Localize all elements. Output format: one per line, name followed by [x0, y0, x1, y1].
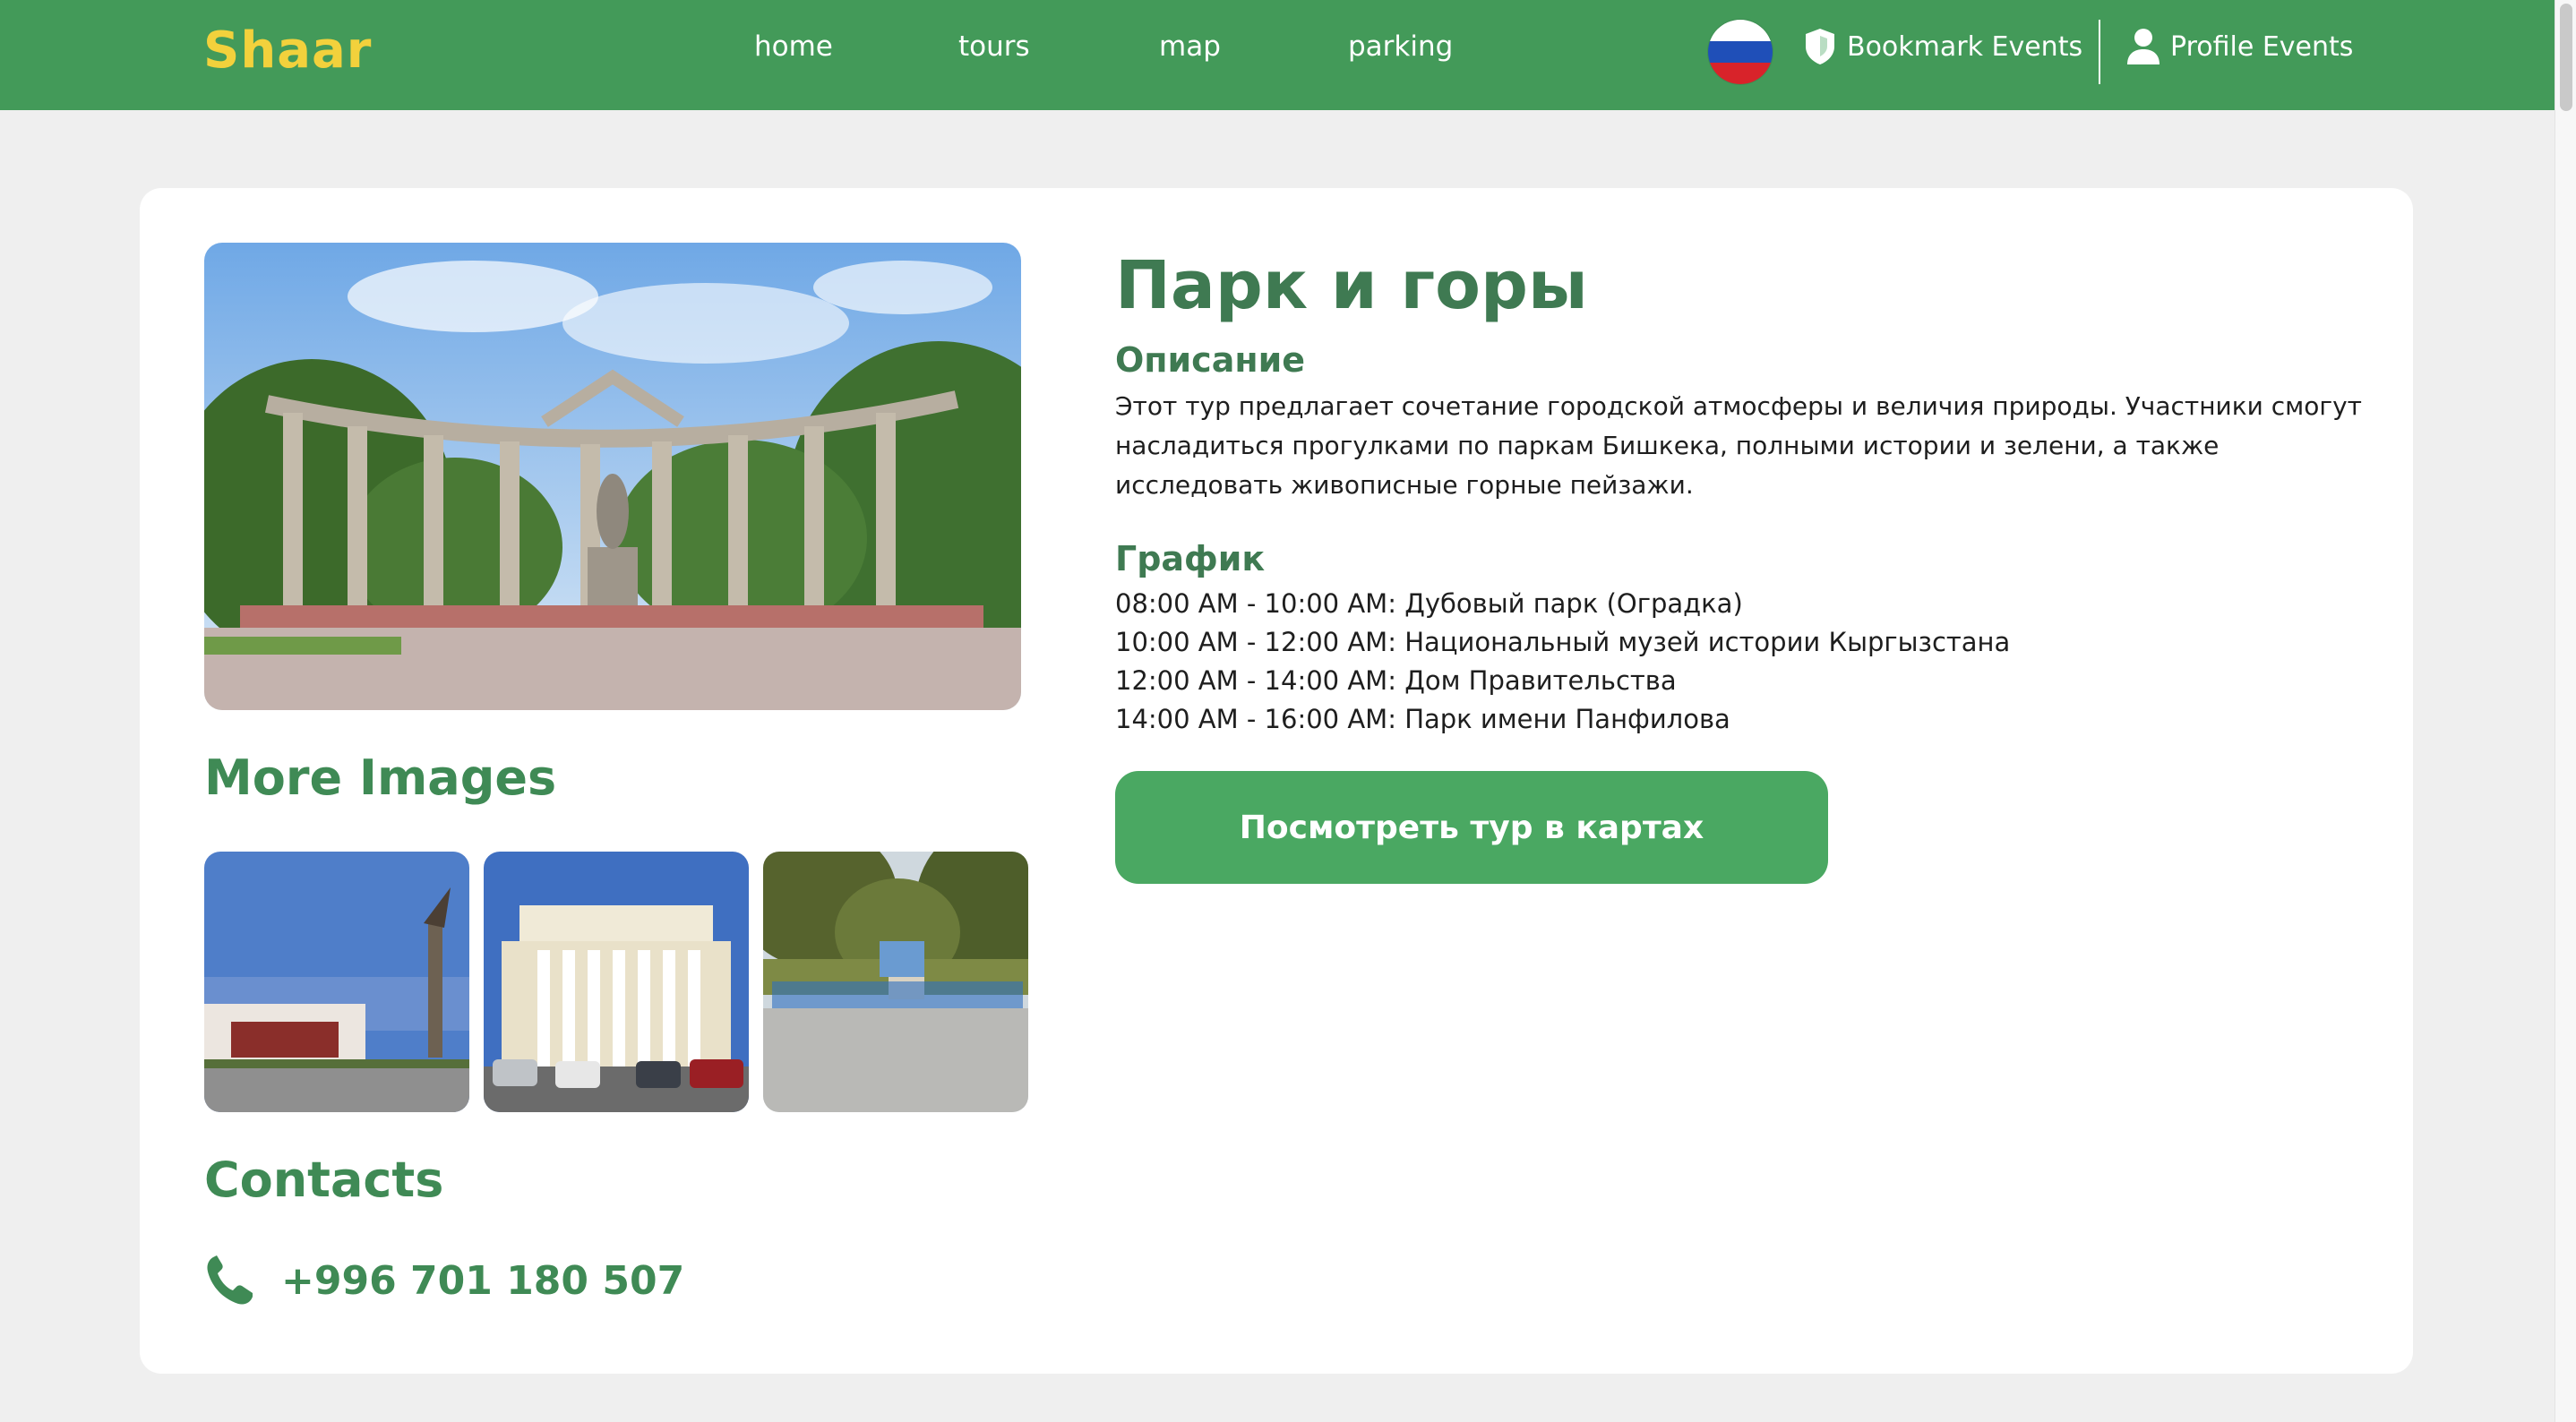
profile-events-link[interactable]: Profile Events [2125, 27, 2353, 66]
schedule-item: 08:00 AM - 10:00 AM: Дубовый парк (Оград… [1115, 588, 1743, 619]
page: Shaar home tours map parking Bookmark Ev… [0, 0, 2555, 1422]
tour-description: Этот тур предлагает сочетание городской … [1115, 391, 2362, 500]
user-profile-icon [2127, 29, 2160, 64]
park-fountain-photo [763, 852, 1028, 1112]
tour-title: Парк и горы [1115, 247, 1588, 324]
schedule-item: 10:00 AM - 12:00 AM: Национальный музей … [1115, 627, 2011, 657]
view-tour-on-map-button[interactable]: Посмотреть тур в картах [1115, 771, 1828, 884]
phone-contact[interactable]: +996 701 180 507 [204, 1254, 684, 1307]
header-divider [2099, 20, 2100, 84]
language-switcher-russia-flag-icon[interactable] [1708, 20, 1773, 84]
nav-link-map[interactable]: map [1159, 30, 1221, 63]
site-logo[interactable]: Shaar [203, 21, 372, 80]
more-images-heading: More Images [204, 750, 557, 806]
square-building-photo [204, 852, 469, 1112]
tour-main-image [204, 243, 1021, 710]
tour-detail-card: More Images Contacts +996 701 180 507 Па… [140, 188, 2413, 1374]
vertical-scrollbar[interactable] [2555, 0, 2576, 1422]
gallery-thumbnail-1[interactable] [204, 852, 469, 1112]
scrollbar-thumb[interactable] [2560, 4, 2572, 111]
nav-link-parking[interactable]: parking [1348, 30, 1453, 63]
government-building-photo [484, 852, 749, 1112]
nav-link-home[interactable]: home [754, 30, 833, 63]
schedule-list: 08:00 AM - 10:00 AM: Дубовый парк (Оград… [1115, 585, 2010, 739]
bookmark-events-link[interactable]: Bookmark Events [1802, 27, 2082, 66]
description-heading: Описание [1115, 340, 1306, 380]
bookmark-events-label: Bookmark Events [1847, 30, 2083, 63]
top-navbar: Shaar home tours map parking Bookmark Ev… [0, 0, 2555, 110]
gallery-thumbnail-2[interactable] [484, 852, 749, 1112]
schedule-item: 12:00 AM - 14:00 AM: Дом Правительства [1115, 665, 1677, 696]
profile-events-label: Profile Events [2170, 30, 2354, 63]
phone-icon [207, 1255, 253, 1305]
schedule-item: 14:00 AM - 16:00 AM: Парк имени Панфилов… [1115, 704, 1730, 734]
contacts-heading: Contacts [204, 1152, 444, 1208]
park-monument-photo [204, 243, 1021, 710]
shield-bookmark-icon [1806, 29, 1834, 64]
phone-number: +996 701 180 507 [281, 1257, 685, 1304]
gallery-thumbnail-3[interactable] [763, 852, 1028, 1112]
nav-link-tours[interactable]: tours [958, 30, 1030, 63]
schedule-heading: График [1115, 539, 1266, 578]
